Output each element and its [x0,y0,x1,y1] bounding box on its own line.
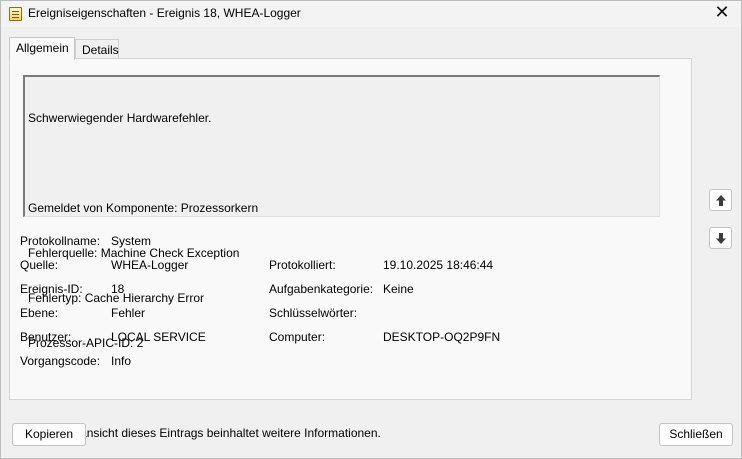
task-category-label: Aufgabenkategorie: [269,282,374,296]
level-label: Ebene: [20,306,59,320]
opcode-value: Info [111,354,132,368]
event-description[interactable]: Schwerwiegender Hardwarefehler. Gemeldet… [23,75,660,440]
next-event-button[interactable] [709,227,732,249]
copy-button[interactable]: Kopieren [12,423,86,446]
description-line: Gemeldet von Komponente: Prozessorkern [28,201,259,215]
tab-general[interactable]: Allgemein [9,37,75,60]
source-label: Quelle: [20,258,59,272]
description-line: Schwerwiegender Hardwarefehler. [28,111,212,125]
level-value: Fehler [111,306,146,320]
logged-value: 19.10.2025 18:46:44 [383,258,494,272]
source-value: WHEA-Logger [111,258,189,272]
general-panel: Schwerwiegender Hardwarefehler. Gemeldet… [9,58,692,440]
event-id-label: Ereignis-ID: [20,282,83,296]
window-title: Ereigniseigenschaften - Ereignis 18, WHE… [28,6,301,20]
log-name-value: System [111,234,152,248]
opcode-label: Vorgangscode: [20,354,101,368]
logged-label: Protokolliert: [269,258,336,272]
description-line [28,381,656,396]
description-line: Die Detailansicht dieses Eintrags beinha… [28,426,381,440]
event-viewer-icon [9,7,22,21]
log-name-label: Protokollname: [20,234,101,248]
user-value: LOCAL SERVICE [111,330,206,344]
description-line [28,156,656,171]
keywords-label: Schlüsselwörter: [269,306,358,320]
close-icon[interactable]: ✕ [711,3,733,23]
arrow-down-icon [716,233,726,244]
close-button[interactable]: Schließen [659,423,733,446]
computer-value: DESKTOP-OQ2P9FN [383,330,501,344]
previous-event-button[interactable] [709,189,732,211]
event-id-value: 18 [111,282,125,296]
tab-details[interactable]: Details [75,39,119,59]
event-properties-window: Ereigniseigenschaften - Ereignis 18, WHE… [0,0,742,459]
computer-label: Computer: [269,330,326,344]
user-label: Benutzer: [20,330,72,344]
arrow-up-icon [716,195,726,206]
title-bar[interactable]: Ereigniseigenschaften - Ereignis 18, WHE… [1,1,741,27]
task-category-value: Keine [383,282,414,296]
